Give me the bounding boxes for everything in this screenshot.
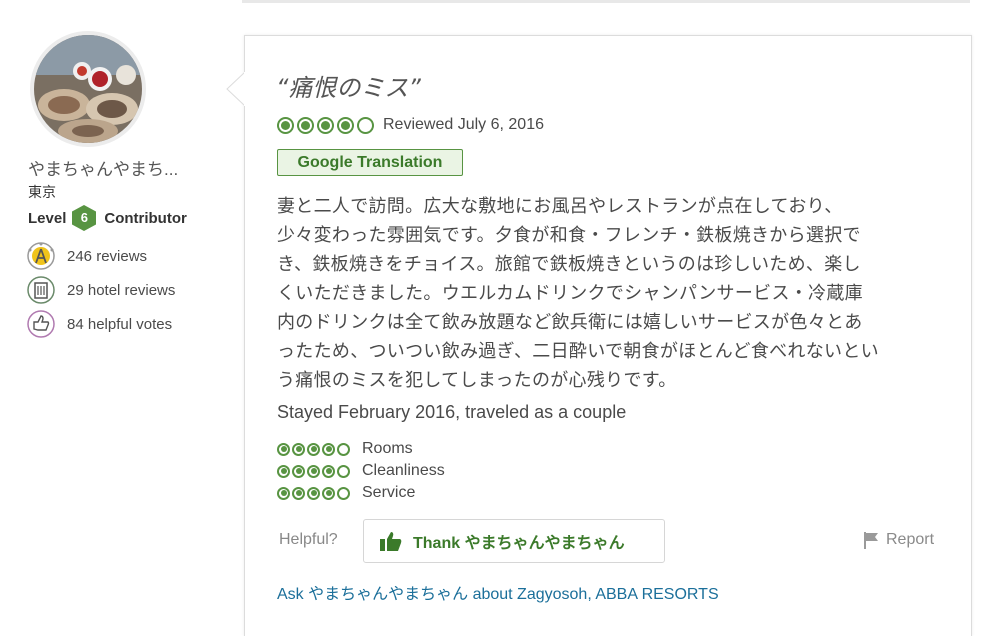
google-translation-badge[interactable]: Google Translation [277,149,463,176]
level-number: 6 [80,210,88,225]
sub-rating-label: Cleanliness [362,462,445,479]
reviewed-date: Reviewed July 6, 2016 [383,116,544,133]
thank-button[interactable]: Thank やまちゃんやまちゃん [363,519,665,563]
avatar[interactable] [30,31,146,147]
stat-hotel-reviews[interactable]: 29 hotel reviews [26,275,175,305]
sub-bubble-filled [292,486,305,500]
top-divider [242,0,970,3]
review-body-line: ったため、ついつい飲み過ぎ、二日酔いで朝食がほとんど食べれないとい [277,341,879,362]
sub-bubble-filled [277,464,290,478]
sub-bubble-filled [292,442,305,456]
review-body-line: 妻と二人で訪問。広大な敷地にお風呂やレストランが点在しており、 [277,196,843,217]
stat-helpful-votes-text: 84 helpful votes [67,315,173,333]
sub-rating-label: Service [362,484,416,501]
level-badge-icon: 6 [72,205,97,231]
contributor-level: Level 6 Contributor [28,205,187,231]
review-body: 妻と二人で訪問。広大な敷地にお風呂やレストランが点在しており、 少々変わった雰囲… [277,192,949,395]
stat-reviews-text: 246 reviews [67,247,148,265]
rating-bubble-filled [277,116,294,134]
helpful-label: Helpful? [279,531,338,548]
rating-bubble-empty [357,116,374,134]
thumbs-up-icon [380,532,402,551]
review-body-line: 少々変わった雰囲気です。夕食が和食・フレンチ・鉄板焼きから選択で [277,225,861,246]
stat-reviews[interactable]: 246 reviews [26,241,147,271]
sub-bubble-filled [277,442,290,456]
reviewer-location: 東京 [28,184,56,200]
sub-rating-label: Rooms [362,440,413,457]
sub-bubble-filled [322,464,335,478]
sub-bubble-filled [322,486,335,500]
rating-bubble-filled [317,116,334,134]
hotel-icon [27,276,55,304]
sub-bubble-empty [337,442,350,456]
thank-button-label: Thank やまちゃんやまちゃん [413,535,625,552]
sub-rating-service: Service [277,483,415,503]
sub-bubble-empty [337,464,350,478]
level-suffix: Contributor [104,209,187,227]
sub-rating-cleanliness: Cleanliness [277,461,445,481]
rating-bubble-filled [297,116,314,134]
sub-bubble-filled [322,442,335,456]
review-body-line: う痛恨のミスを犯してしまったのが心残りです。 [277,370,677,391]
stat-helpful-votes[interactable]: 84 helpful votes [26,309,172,339]
level-prefix: Level [28,209,67,227]
helpful-votes-icon [27,310,55,338]
review-body-line: くいただきました。ウエルカムドリンクでシャンパンサービス・冷蔵庫 [277,283,863,304]
report-label: Report [886,531,935,548]
sub-bubble-filled [277,486,290,500]
sub-bubble-filled [307,486,320,500]
flag-icon [864,532,878,549]
sub-bubble-filled [292,464,305,478]
review-body-line: 内のドリンクは全て飲み放題など飲兵衛には嬉しいサービスが色々とあ [277,312,863,333]
reviewer-sidebar: やまちゃんやまち... 東京 Level 6 Contributor 246 r… [0,0,240,614]
rating-bubble-filled [337,116,354,134]
avatar-photo [34,35,142,143]
sub-bubble-empty [337,486,350,500]
sub-rating-rooms: Rooms [277,439,413,459]
review-rating: Reviewed July 6, 2016 [277,113,544,137]
sub-bubble-filled [307,442,320,456]
report-link[interactable]: Report [862,531,934,549]
review-body-line: き、鉄板焼きをチョイス。旅館で鉄板焼きというのは珍しいため、楽し [277,254,861,275]
reviewer-username[interactable]: やまちゃんやまち... [28,155,178,180]
reviews-icon [27,242,55,270]
review-title[interactable]: “痛恨のミス” [276,68,421,103]
stay-info: Stayed February 2016, traveled as a coup… [277,402,627,422]
ask-reviewer-link[interactable]: Ask やまちゃんやまちゃん about Zagyosoh, ABBA RESO… [277,580,719,604]
card-pointer [226,72,246,106]
stat-hotel-reviews-text: 29 hotel reviews [67,281,176,299]
sub-bubble-filled [307,464,320,478]
